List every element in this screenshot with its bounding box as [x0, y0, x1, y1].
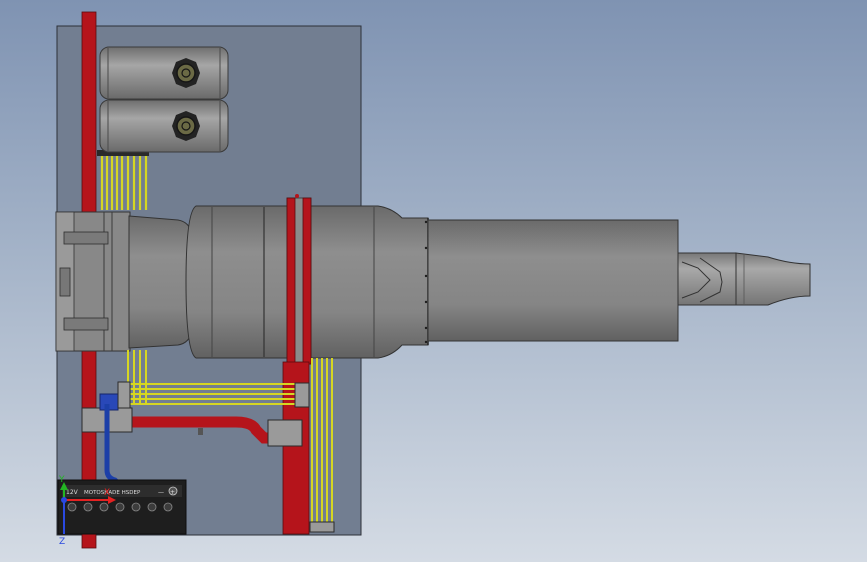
- triad-z-label: Z: [59, 537, 65, 547]
- hose-fitting: [198, 428, 203, 435]
- engine-intake[interactable]: [55, 211, 131, 352]
- wire-connector-right[interactable]: [294, 382, 310, 408]
- cad-viewport[interactable]: 12V MOTOSHADE HSDEP — + X Y Z: [0, 0, 867, 562]
- battery-terminal-plus: +: [170, 489, 175, 496]
- battery[interactable]: 12V MOTOSHADE HSDEP — +: [57, 479, 187, 535]
- battery-label: 12V: [66, 489, 79, 496]
- engine-clamp-band[interactable]: [286, 197, 312, 365]
- fuel-pump[interactable]: [267, 419, 303, 447]
- wire-connector-bottom[interactable]: [309, 521, 335, 533]
- cad-model-view[interactable]: 12V MOTOSHADE HSDEP — + X Y Z: [0, 0, 867, 562]
- exhaust-tube[interactable]: [427, 219, 679, 342]
- tank-lower[interactable]: [99, 99, 229, 153]
- triad-x-label: X: [104, 488, 110, 498]
- battery-text: MOTOSHADE HSDEP: [84, 490, 141, 496]
- engine-compressor[interactable]: [128, 215, 193, 349]
- tank-upper[interactable]: [99, 46, 229, 100]
- battery-terminal-minus: —: [158, 489, 164, 496]
- triad-origin: [61, 497, 67, 503]
- exhaust-nozzle[interactable]: [677, 252, 811, 306]
- tank-cap-icon[interactable]: [172, 111, 200, 141]
- triad-y-label: Y: [58, 475, 65, 485]
- tank-cap-icon[interactable]: [172, 58, 200, 88]
- clamp-fitting: [295, 194, 299, 198]
